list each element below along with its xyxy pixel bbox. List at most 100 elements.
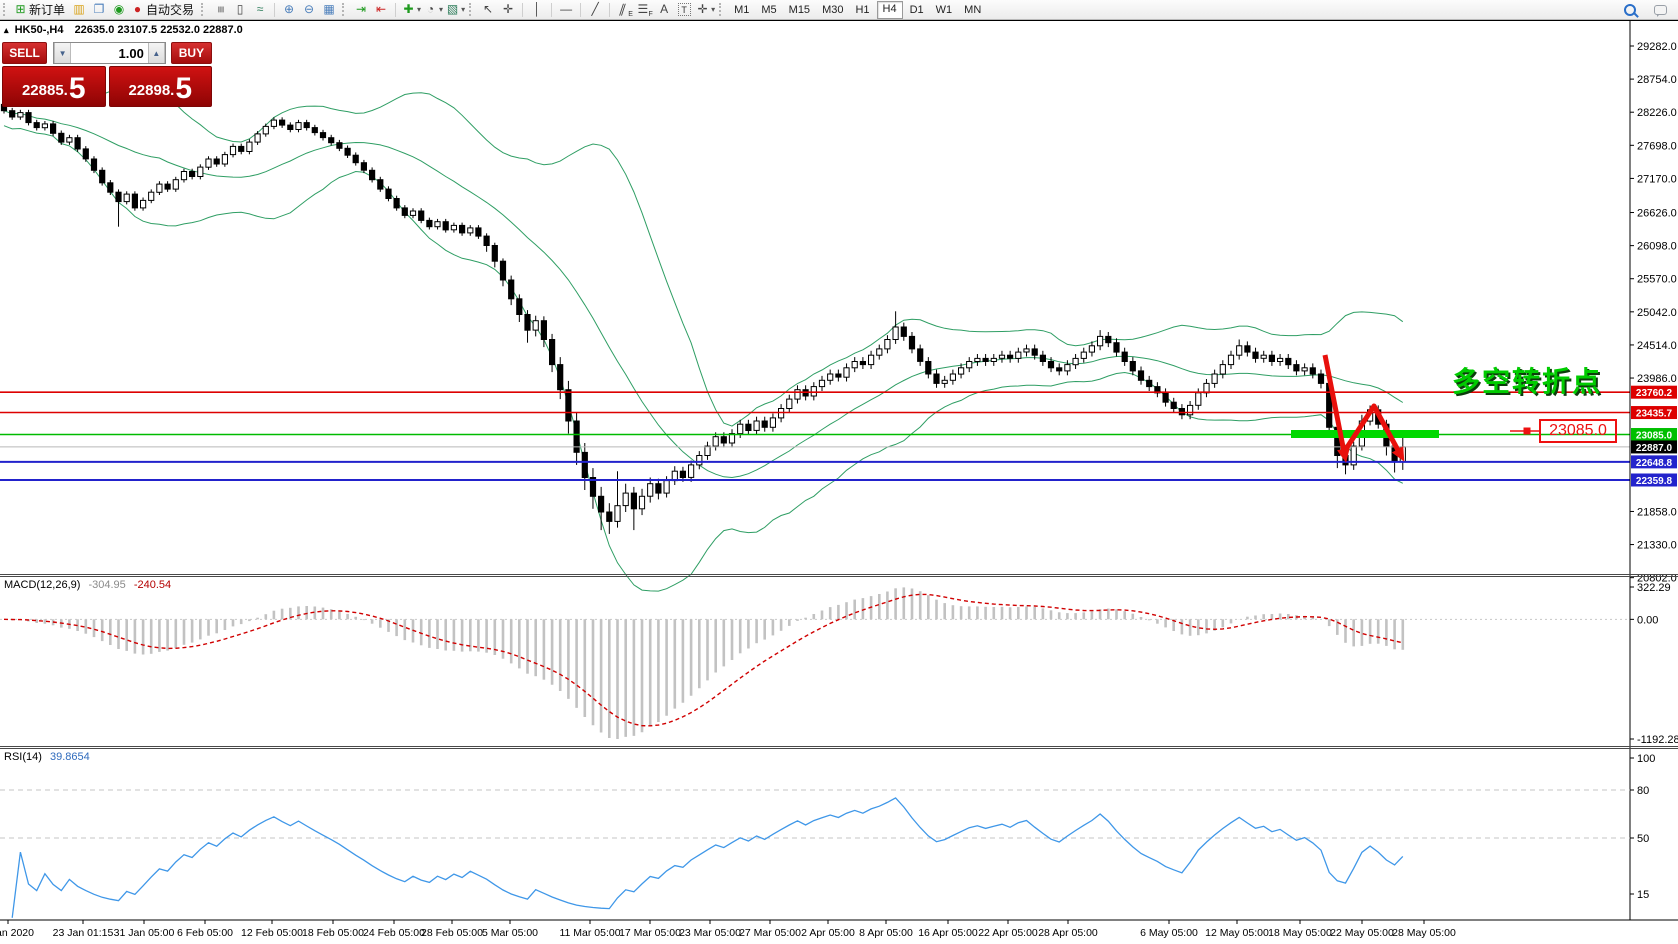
channel-button[interactable]: ∥ E xyxy=(614,1,634,18)
tile-windows-button[interactable]: ▦ xyxy=(319,1,339,18)
zoom-in-icon: ⊕ xyxy=(284,2,295,16)
sell-price-button[interactable]: 22885. 5 xyxy=(2,66,106,107)
vertical-line-button[interactable]: │ xyxy=(527,1,547,18)
svg-text:100: 100 xyxy=(1637,753,1655,765)
bar-chart-button[interactable]: ≡ xyxy=(210,1,230,18)
price-callout-box[interactable]: 23085.0 xyxy=(1539,419,1617,443)
svg-text:18 May 05:00: 18 May 05:00 xyxy=(1268,927,1332,939)
zoom-in-button[interactable]: ⊕ xyxy=(279,1,299,18)
svg-text:29282.0: 29282.0 xyxy=(1637,41,1677,53)
rsi-value: 39.8654 xyxy=(49,751,90,763)
periods-button[interactable]: ◔ ▾ xyxy=(422,1,444,18)
charts-window-icon: ❐ xyxy=(93,2,105,16)
buy-price-pip: 5 xyxy=(175,72,193,105)
new-order-button[interactable]: ⊞ 新订单 xyxy=(12,1,69,18)
buy-button[interactable]: BUY xyxy=(170,42,212,64)
tf-mn-button[interactable]: MN xyxy=(959,2,986,18)
alerts-button[interactable]: ◉ xyxy=(109,1,129,18)
svg-text:26098.0: 26098.0 xyxy=(1637,241,1677,253)
svg-text:7 Jan 2020: 7 Jan 2020 xyxy=(0,927,34,939)
templates-button[interactable]: ▧ ▾ xyxy=(444,1,466,18)
auto-scroll-icon: ⇥ xyxy=(356,2,367,16)
toolbar-grip xyxy=(469,3,474,16)
svg-text:23085.0: 23085.0 xyxy=(1636,431,1673,442)
crosshair-button[interactable]: ✛ xyxy=(498,1,518,18)
mt4-terminal: ⊞ 新订单 ▥ ❐ ◉ ● 自动交易 ≡ ▯ ≈ ⊕ ⊖ ▦ ⇥ ⇤ ✚ ▾ ◔ ▾… xyxy=(0,0,1678,944)
svg-text:28 Apr 05:00: 28 Apr 05:00 xyxy=(1038,927,1098,939)
buy-price-main: 22898. xyxy=(128,82,175,99)
tf-w1-button[interactable]: W1 xyxy=(931,2,958,18)
candlestick-chart-button[interactable]: ▯ xyxy=(230,1,250,18)
sound-icon: ◉ xyxy=(113,2,125,16)
macd-indicator-label: MACD(12,26,9) -304.95 -240.54 xyxy=(4,579,171,591)
svg-text:23 Jan 01:15: 23 Jan 01:15 xyxy=(53,927,114,939)
svg-text:22359.8: 22359.8 xyxy=(1636,476,1673,487)
tf-d1-button[interactable]: D1 xyxy=(905,2,929,18)
symbol-info-bar: ▴ HK50-,H4 22635.0 23107.5 22532.0 22887… xyxy=(4,24,243,36)
auto-scroll-button[interactable]: ⇥ xyxy=(351,1,371,18)
chart-shift-icon: ⇤ xyxy=(376,2,387,16)
fibonacci-button[interactable]: ☰ F xyxy=(634,1,654,18)
tf-m30-button[interactable]: M30 xyxy=(817,2,848,18)
market-watch-button[interactable]: ▥ xyxy=(69,1,89,18)
svg-text:322.29: 322.29 xyxy=(1637,582,1671,594)
toolbar-grip xyxy=(3,3,8,16)
chart-marker-icon: ▴ xyxy=(4,25,9,35)
svg-text:0.00: 0.00 xyxy=(1637,614,1658,626)
chart-annotation-text[interactable]: 多空转折点 xyxy=(1452,360,1602,400)
chevron-down-icon: ▾ xyxy=(439,5,444,14)
sell-button[interactable]: SELL xyxy=(2,42,48,64)
cursor-button[interactable]: ↖ xyxy=(478,1,498,18)
svg-text:25570.0: 25570.0 xyxy=(1637,274,1677,286)
text-icon: A xyxy=(660,2,669,16)
sell-price-main: 22885. xyxy=(21,82,68,99)
search-icon xyxy=(1624,3,1639,18)
svg-text:21858.0: 21858.0 xyxy=(1637,506,1677,518)
volume-increase-button[interactable]: ▲ xyxy=(147,43,165,63)
symbol-ohlc: 22635.0 23107.5 22532.0 22887.0 xyxy=(74,24,243,36)
new-order-label: 新订单 xyxy=(29,3,66,17)
macd-main-value: -304.95 xyxy=(88,579,126,591)
volume-input[interactable] xyxy=(71,43,148,63)
toolbar-separator xyxy=(522,2,524,17)
tf-m5-button[interactable]: M5 xyxy=(756,2,781,18)
trendline-button[interactable]: ╱ xyxy=(585,1,605,18)
horizontal-line-button[interactable]: — xyxy=(556,1,576,18)
svg-text:22887.0: 22887.0 xyxy=(1636,443,1673,454)
svg-text:23 Mar 05:00: 23 Mar 05:00 xyxy=(679,927,741,939)
toolbar-grip xyxy=(719,3,724,16)
shapes-button[interactable]: ✛ ▾ xyxy=(694,1,716,18)
chat-button[interactable] xyxy=(1650,1,1670,18)
volume-decrease-button[interactable]: ▼ xyxy=(54,43,72,63)
indicators-button[interactable]: ✚ ▾ xyxy=(400,1,422,18)
svg-text:28754.0: 28754.0 xyxy=(1637,74,1677,86)
rsi-indicator-label: RSI(14) 39.8654 xyxy=(4,751,90,763)
fibo-suffix: F xyxy=(648,11,653,18)
autotrading-label: 自动交易 xyxy=(146,3,195,17)
zoom-out-button[interactable]: ⊖ xyxy=(299,1,319,18)
tf-h1-button[interactable]: H1 xyxy=(850,2,874,18)
svg-text:80: 80 xyxy=(1637,785,1649,797)
tf-h4-button[interactable]: H4 xyxy=(876,0,903,19)
svg-text:27170.0: 27170.0 xyxy=(1637,173,1677,185)
svg-text:6 Feb 05:00: 6 Feb 05:00 xyxy=(177,927,233,939)
svg-text:25042.0: 25042.0 xyxy=(1637,307,1677,319)
buy-price-button[interactable]: 22898. 5 xyxy=(108,66,212,107)
volume-stepper: ▼ ▲ xyxy=(53,42,166,64)
charts-window-button[interactable]: ❐ xyxy=(89,1,109,18)
sell-price-pip: 5 xyxy=(68,72,86,105)
periods-clock-icon: ◔ xyxy=(426,2,435,16)
tf-m15-button[interactable]: M15 xyxy=(784,2,815,18)
svg-text:12 May 05:00: 12 May 05:00 xyxy=(1205,927,1269,939)
svg-text:-1192.28: -1192.28 xyxy=(1637,734,1678,746)
svg-text:15: 15 xyxy=(1637,889,1649,901)
chart-shift-button[interactable]: ⇤ xyxy=(371,1,391,18)
text-label-button[interactable]: T xyxy=(674,1,694,18)
toolbar-separator xyxy=(551,2,553,17)
autotrading-button[interactable]: ● 自动交易 xyxy=(129,1,198,18)
tf-m1-button[interactable]: M1 xyxy=(729,2,754,18)
search-button[interactable] xyxy=(1620,1,1640,18)
line-chart-button[interactable]: ≈ xyxy=(250,1,270,18)
text-button[interactable]: A xyxy=(654,1,674,18)
chart-canvas[interactable]: 29282.0 28754.0 28226.0 27698.0 27170.0 26626… xyxy=(0,0,1678,944)
